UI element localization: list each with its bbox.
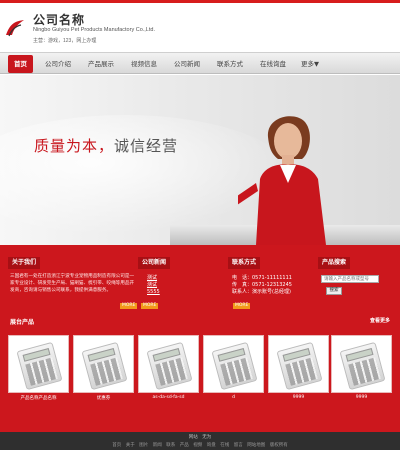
news-item[interactable]: 测试 [147,275,160,282]
contact-list: 电 话：0571-11111111 传 真：0571-12313245 联系人：… [232,275,292,296]
product-search-input[interactable] [321,275,379,283]
info-section: 关于我们 三国君有一处在打造浙江宁波专业宠物用品制造有限公司是一家专业设计、研发… [0,245,400,432]
product-caption[interactable]: 9999 [268,395,329,400]
products-bar: 展台产品 查看更多 [10,315,390,329]
calculator-image [146,341,193,391]
about-title: 关于我们 [8,257,41,269]
contact-fax: 传 真：0571-12313245 [232,282,292,288]
nav-item-more[interactable]: 更多▼ [298,57,322,71]
product-image[interactable] [138,335,199,393]
product-card[interactable]: as-da-sd-fa-sd [138,335,199,400]
products-title: 展台产品 [10,319,35,326]
news-item[interactable]: 测试 [147,282,160,289]
company-english-name: Ningbo Guiyou Pet Products Manufactory C… [33,27,155,33]
nav-item-about[interactable]: 公司介绍 [40,57,76,71]
news-title: 公司新闻 [138,257,171,269]
slogan-part-1: 质量为本， [34,137,115,155]
calculator-image [276,341,323,391]
search-button[interactable]: 搜索 [326,287,342,295]
product-image[interactable] [331,335,392,393]
product-card[interactable]: 9999 [268,335,329,400]
product-image[interactable] [73,335,134,393]
contact-more-link[interactable]: MORE [233,303,251,309]
news-list: 测试 测试 5555 [147,275,160,296]
calculator-image [16,341,63,391]
nav-item-products[interactable]: 产品展示 [83,57,119,71]
product-card[interactable]: 9999 [331,335,392,400]
calculator-image [339,341,386,391]
site-header: 公司名称 Ningbo Guiyou Pet Products Manufact… [0,3,400,50]
about-more-link[interactable]: MORE [120,303,138,309]
slogan-part-2: 诚信经营 [114,137,179,155]
company-logo-icon [6,20,24,37]
company-name: 公司名称 [33,13,86,27]
calculator-image [211,341,258,391]
contact-phone: 电 话：0571-11111111 [232,275,292,281]
calculator-image [81,341,128,391]
news-more-link[interactable]: MORE [141,303,159,309]
footer-links[interactable]: 首页 关于 图片 新闻 联系 产品 视频 询盘 在线 留言 网站地图 版权所有 [0,442,400,448]
product-caption[interactable]: as-da-sd-fa-sd [138,395,199,400]
nav-item-news[interactable]: 公司新闻 [169,57,205,71]
nav-item-inquiry[interactable]: 在线询盘 [255,57,291,71]
product-gallery: 产品名称产品名称 优惠券 as-da-sd-fa-sd d 9999 9999 [8,335,392,405]
product-image[interactable] [8,335,69,393]
banner-slogan: 质量为本，诚信经营 [34,135,178,156]
site-footer: 网站 无为 首页 关于 图片 新闻 联系 产品 视频 询盘 在线 留言 网站地图… [0,432,400,450]
product-caption[interactable]: 产品名称产品名称 [8,395,69,401]
product-caption[interactable]: d [203,395,264,400]
product-card[interactable]: 产品名称产品名称 [8,335,69,401]
businesswoman-photo [238,116,326,245]
products-more-link[interactable]: 查看更多 [370,317,390,324]
search-title: 产品搜索 [318,257,351,269]
product-card[interactable]: 优惠券 [73,335,134,401]
footer-line-1: 网站 无为 [188,435,212,440]
about-text: 三国君有一处在打造浙江宁波专业宠物用品制造有限公司是一家专业设计、研发完生产局、… [10,274,135,293]
product-image[interactable] [203,335,264,393]
header-note: 主营：游戏，123，网上办理 [33,38,97,44]
product-caption[interactable]: 优惠券 [73,395,134,401]
nav-item-video[interactable]: 视频信息 [126,57,162,71]
main-nav: 首页 公司介绍 产品展示 视频信息 公司新闻 联系方式 在线询盘 更多▼ [0,52,400,74]
nav-item-home[interactable]: 首页 [8,55,33,73]
product-card[interactable]: d [203,335,264,400]
news-item[interactable]: 5555 [147,289,160,296]
contact-person: 联系人：演示账号(总经理) [232,289,291,295]
nav-item-contact[interactable]: 联系方式 [212,57,248,71]
product-caption[interactable]: 9999 [331,395,392,400]
product-image[interactable] [268,335,329,393]
contact-title: 联系方式 [228,257,261,269]
hero-banner: 质量为本，诚信经营 [0,75,400,245]
